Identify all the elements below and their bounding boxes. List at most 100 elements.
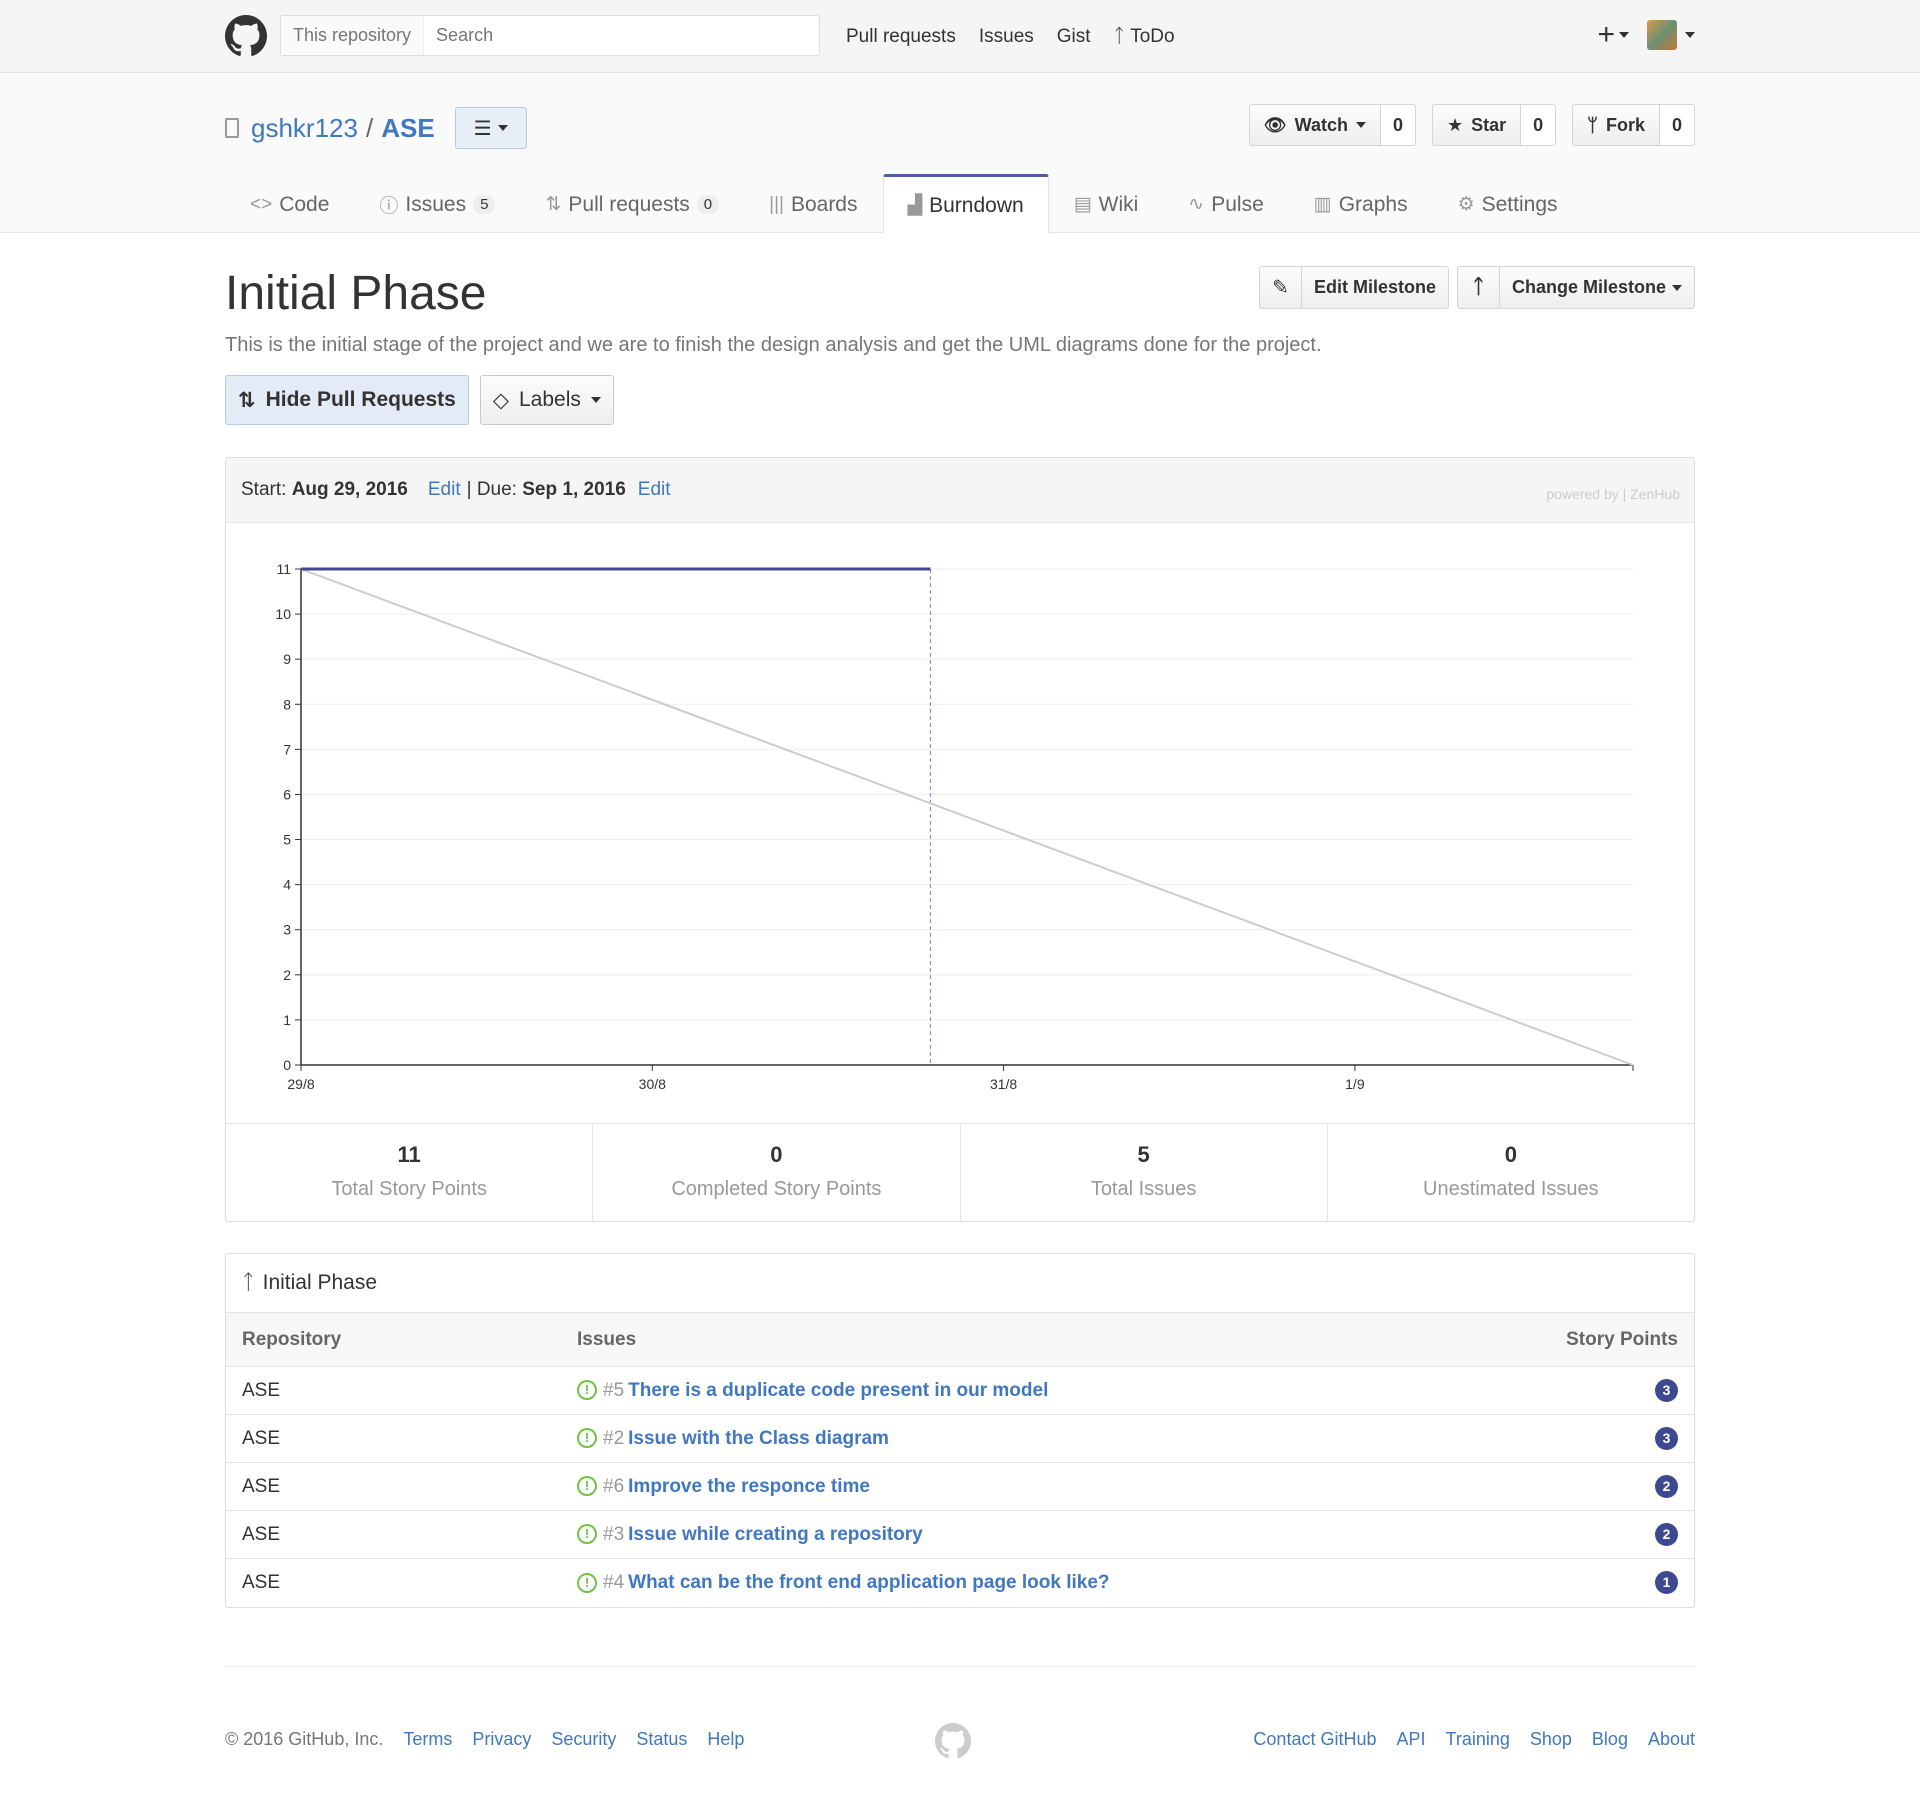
stat-label: Total Issues (1090, 1178, 1197, 1200)
table-row[interactable]: ASE ! #3 Issue while creating a repository… (226, 1510, 1694, 1559)
stat-label: Total Story Points (331, 1178, 487, 1200)
change-milestone-label: Change Milestone (1500, 267, 1694, 308)
footer-link-privacy[interactable]: Privacy (472, 1729, 531, 1750)
nav-pull-requests[interactable]: Pull requests (846, 26, 956, 48)
tab-burndown[interactable]: ▟ Burndown (882, 174, 1049, 234)
list-icon: ☰ (473, 117, 492, 140)
book-icon: ▤ (1073, 194, 1092, 215)
change-milestone-button[interactable]: ᛏ Change Milestone (1456, 266, 1695, 309)
chevron-down-icon (1355, 122, 1366, 128)
row-repo: ASE (226, 1414, 561, 1463)
issues-counter: 5 (473, 195, 496, 214)
footer-link-security[interactable]: Security (551, 1729, 616, 1750)
git-pull-request-icon: ⇅ (545, 194, 562, 215)
tab-settings[interactable]: ⚙ Settings (1433, 174, 1583, 234)
search-input[interactable] (424, 25, 725, 46)
boards-icon: ||| (769, 193, 784, 215)
tab-wiki[interactable]: ▤ Wiki (1049, 174, 1164, 234)
chevron-down-icon (497, 125, 508, 131)
watch-button[interactable]: 👁 Watch (1248, 104, 1381, 146)
tab-wiki-label: Wiki (1098, 192, 1139, 216)
eye-icon: 👁 (1263, 114, 1287, 135)
row-points: 3 (1463, 1414, 1694, 1463)
repo-menu-button[interactable]: ☰ (454, 107, 527, 149)
y-tick-label: 9 (283, 651, 291, 667)
footer-link-training[interactable]: Training (1446, 1729, 1510, 1750)
tab-burndown-label: Burndown (929, 193, 1024, 217)
fork-button[interactable]: ᛘ Fork (1572, 104, 1660, 146)
tab-pulse[interactable]: ∿ Pulse (1163, 174, 1288, 234)
tab-issues[interactable]: ⓘ Issues 5 (354, 174, 520, 234)
pull-requests-counter: 0 (696, 195, 720, 214)
footer-link-shop[interactable]: Shop (1530, 1729, 1572, 1750)
issue-number: #5 (603, 1379, 625, 1401)
watch-count[interactable]: 0 (1380, 104, 1416, 146)
fork-count[interactable]: 0 (1659, 104, 1695, 146)
github-mark-icon[interactable] (935, 1723, 971, 1759)
graph-icon: ▥ (1313, 194, 1332, 215)
footer-link-status[interactable]: Status (636, 1729, 687, 1750)
labels-button[interactable]: ◇ Labels (479, 375, 614, 425)
pencil-icon: ✎ (1260, 267, 1302, 308)
table-row[interactable]: ASE ! #5 There is a duplicate code present… (226, 1366, 1694, 1415)
edit-due-link[interactable]: Edit (638, 479, 671, 501)
edit-milestone-button[interactable]: ✎ Edit Milestone (1258, 266, 1449, 309)
repo-name-link[interactable]: ASE (381, 113, 434, 144)
issues-panel-title: Initial Phase (262, 1271, 378, 1294)
tab-graphs[interactable]: ▥ Graphs (1289, 174, 1433, 234)
edit-milestone-label: Edit Milestone (1313, 277, 1436, 297)
github-logo-icon[interactable] (225, 15, 267, 57)
hide-pull-requests-button[interactable]: ⇅ Hide Pull Requests (225, 375, 469, 425)
powered-by-zenhub: powered by | ZenHub (1546, 486, 1680, 502)
start-prefix: Start: (241, 479, 287, 500)
labels-label: Labels (518, 388, 581, 411)
table-row[interactable]: ASE ! #6 Improve the responce time 2 (226, 1462, 1694, 1511)
tab-boards[interactable]: ||| Boards (744, 174, 882, 234)
footer-link-api[interactable]: API (1396, 1729, 1425, 1750)
issue-title-link[interactable]: What can be the front end application pa… (628, 1572, 1109, 1593)
story-points-badge: 2 (1655, 1523, 1678, 1546)
tab-pulse-label: Pulse (1211, 192, 1264, 216)
footer-copyright: © 2016 GitHub, Inc. (225, 1729, 384, 1749)
footer-link-help[interactable]: Help (707, 1729, 744, 1750)
repo-actions: 👁 Watch 0 ★ Star 0 ᛘ Fork 0 (1248, 104, 1695, 146)
footer-link-about[interactable]: About (1648, 1729, 1695, 1750)
x-tick-label: 30/8 (639, 1076, 666, 1092)
tab-code[interactable]: <> Code (225, 174, 354, 234)
footer-link-contact[interactable]: Contact GitHub (1253, 1729, 1376, 1750)
row-issue: ! #5 There is a duplicate code present in … (561, 1366, 1464, 1415)
nav-issues[interactable]: Issues (979, 26, 1034, 48)
table-header-row: Repository Issues Story Points (226, 1312, 1694, 1367)
due-prefix: | Due: (466, 479, 517, 500)
pulse-icon: ∿ (1188, 194, 1205, 215)
tab-pull-requests[interactable]: ⇅ Pull requests 0 (520, 174, 744, 234)
star-button[interactable]: ★ Star (1431, 104, 1522, 146)
issue-title-link[interactable]: Improve the responce time (628, 1476, 870, 1497)
footer-link-terms[interactable]: Terms (403, 1729, 452, 1750)
star-count[interactable]: 0 (1521, 104, 1557, 146)
table-row[interactable]: ASE ! #4 What can be the front end applica… (226, 1559, 1694, 1607)
story-points-badge: 3 (1655, 1427, 1678, 1450)
tab-settings-label: Settings (1481, 192, 1558, 216)
footer-link-blog[interactable]: Blog (1592, 1729, 1628, 1750)
tab-code-label: Code (279, 192, 330, 216)
story-points-badge: 2 (1655, 1475, 1678, 1498)
col-repository: Repository (226, 1312, 561, 1367)
ideal-line (300, 568, 1634, 1066)
create-new-button[interactable]: + (1597, 18, 1629, 52)
repo-title: gshkr123 / ASE ☰ (225, 107, 527, 149)
search-box: This repository (280, 15, 820, 56)
search-scope-label: This repository (281, 16, 425, 55)
tab-boards-label: Boards (790, 192, 858, 216)
issue-title-link[interactable]: Issue while creating a repository (628, 1524, 923, 1545)
nav-todo[interactable]: ᛏ ToDo (1114, 26, 1175, 48)
issue-title-link[interactable]: Issue with the Class diagram (628, 1428, 889, 1449)
repo-owner-link[interactable]: gshkr123 (251, 113, 358, 144)
stat-value: 5 (1137, 1142, 1150, 1167)
issue-opened-icon: ! (577, 1524, 597, 1545)
user-menu-button[interactable] (1647, 20, 1695, 50)
issue-title-link[interactable]: There is a duplicate code present in our… (628, 1380, 1048, 1401)
nav-gist[interactable]: Gist (1057, 26, 1091, 48)
edit-start-link[interactable]: Edit (428, 479, 461, 501)
table-row[interactable]: ASE ! #2 Issue with the Class diagram 3 (226, 1414, 1694, 1463)
